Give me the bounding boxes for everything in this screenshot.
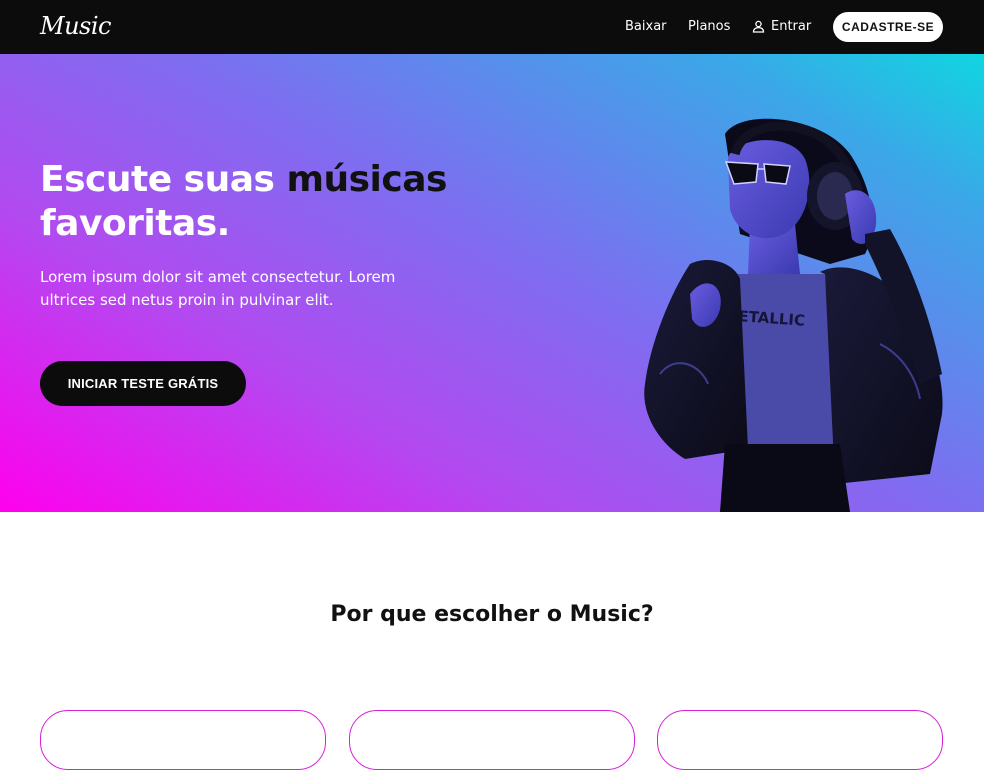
hero-title: Escute suas músicas favoritas.: [40, 158, 480, 246]
hero-title-accent: músicas: [286, 159, 447, 200]
user-icon: [752, 20, 765, 33]
why-choose-title: Por que escolher o Music?: [330, 602, 654, 627]
nav-link-baixar[interactable]: Baixar: [625, 19, 667, 34]
hero-title-part2: favoritas.: [40, 203, 230, 244]
feature-card: [40, 710, 326, 770]
hero-section: Escute suas músicas favoritas. Lorem ipsu…: [0, 54, 984, 512]
top-navbar: Music Baixar Planos Entrar CADASTRE-SE: [0, 0, 984, 54]
feature-card: [349, 710, 635, 770]
nav-link-planos[interactable]: Planos: [688, 19, 730, 34]
nav-link-entrar[interactable]: Entrar: [752, 19, 811, 34]
start-free-trial-button[interactable]: INICIAR TESTE GRÁTIS: [40, 361, 246, 406]
feature-card: [657, 710, 943, 770]
nav-link-entrar-label: Entrar: [771, 19, 812, 34]
hero-title-part1: Escute suas: [40, 159, 287, 200]
logo[interactable]: Music: [40, 12, 111, 40]
woman-with-headphones-photo: ETALLIC: [644, 118, 943, 512]
hero-subtitle: Lorem ipsum dolor sit amet consectetur. …: [40, 268, 396, 309]
signup-button[interactable]: CADASTRE-SE: [833, 12, 943, 42]
